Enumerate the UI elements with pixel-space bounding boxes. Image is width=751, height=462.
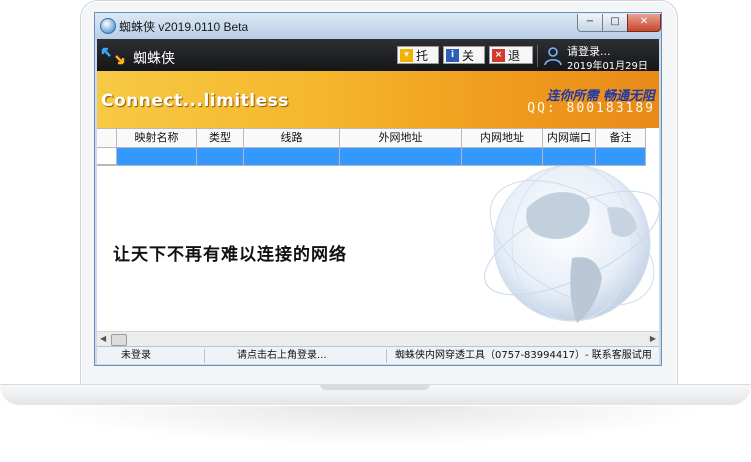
maximize-button[interactable]: □ xyxy=(602,14,628,32)
brand-name: 蜘蛛侠 xyxy=(133,51,175,67)
arrows-icon xyxy=(101,47,125,65)
status-login-state: 未登录 xyxy=(97,349,205,363)
column-header-lan-port[interactable]: 内网端口 xyxy=(543,128,596,147)
minimize-button[interactable]: − xyxy=(577,14,603,32)
globe-graphic xyxy=(484,164,659,323)
table-cell[interactable] xyxy=(117,148,197,165)
scrollbar-thumb[interactable] xyxy=(111,334,127,346)
table-cell[interactable] xyxy=(340,148,462,165)
tagline: 让天下不再有难以连接的网络 xyxy=(113,245,347,265)
horizontal-scrollbar[interactable]: ◀ ▶ xyxy=(97,331,659,346)
banner: Connect...limitless 连你所需 畅通无阻 QQ: 800183… xyxy=(97,71,659,128)
toolbar-divider xyxy=(537,45,538,67)
status-hint: 请点击右上角登录... xyxy=(207,349,387,363)
mapping-table[interactable]: 映射名称 类型 线路 外网地址 内网地址 内网端口 备注 让天下不再有难以连接的… xyxy=(97,128,659,346)
column-header-public-addr[interactable]: 外网地址 xyxy=(340,128,462,147)
tray-button[interactable]: ▾ 托盘 xyxy=(397,46,439,81)
column-header-type[interactable]: 类型 xyxy=(197,128,244,147)
status-info: 蜘蛛侠内网穿透工具（0757-83994417）- 联系客服试用 xyxy=(395,350,652,361)
window-title: 蜘蛛侠 v2019.0110 Beta xyxy=(119,20,249,34)
column-header-note[interactable]: 备注 xyxy=(596,128,646,147)
exit-icon: × xyxy=(492,49,505,62)
app-window: 蜘蛛侠 v2019.0110 Beta − □ ✕ 蜘蛛侠 ▾ 托盘 i 关于 … xyxy=(94,12,662,366)
scroll-right-icon[interactable]: ▶ xyxy=(650,334,656,343)
table-cell[interactable] xyxy=(596,148,646,165)
row-divider xyxy=(97,165,646,166)
close-button[interactable]: ✕ xyxy=(627,14,661,32)
laptop-shadow xyxy=(40,406,711,446)
table-cell[interactable] xyxy=(244,148,340,165)
banner-slogan-en: Connect...limitless xyxy=(101,91,289,111)
table-cell[interactable] xyxy=(543,148,596,165)
table-cell[interactable] xyxy=(462,148,543,165)
table-cell[interactable] xyxy=(197,148,244,165)
table-cell[interactable] xyxy=(97,148,117,165)
title-bar[interactable]: 蜘蛛侠 v2019.0110 Beta − □ ✕ xyxy=(95,13,661,39)
about-button[interactable]: i 关于 xyxy=(443,46,485,81)
column-header-line[interactable]: 线路 xyxy=(244,128,340,147)
status-bar: 未登录 请点击右上角登录... 蜘蛛侠内网穿透工具（0757-83994417）… xyxy=(97,346,659,364)
laptop-notch xyxy=(320,384,430,390)
toolbar: 蜘蛛侠 ▾ 托盘 i 关于 × 退出 请登录... 2019年01月29日 周二 xyxy=(97,39,659,87)
column-header-lan-addr[interactable]: 内网地址 xyxy=(462,128,543,147)
column-header-name[interactable]: 映射名称 xyxy=(117,128,197,147)
exit-button[interactable]: × 退出 xyxy=(489,46,533,81)
scroll-left-icon[interactable]: ◀ xyxy=(100,334,106,343)
table-row[interactable] xyxy=(97,148,646,165)
app-icon[interactable] xyxy=(100,18,116,34)
column-header-select[interactable] xyxy=(97,128,117,147)
user-icon[interactable] xyxy=(543,46,563,66)
tray-icon: ▾ xyxy=(400,49,413,62)
table-header: 映射名称 类型 线路 外网地址 内网地址 内网端口 备注 xyxy=(97,128,646,148)
info-icon: i xyxy=(446,49,459,62)
banner-qq: QQ: 800183189 xyxy=(527,101,655,116)
